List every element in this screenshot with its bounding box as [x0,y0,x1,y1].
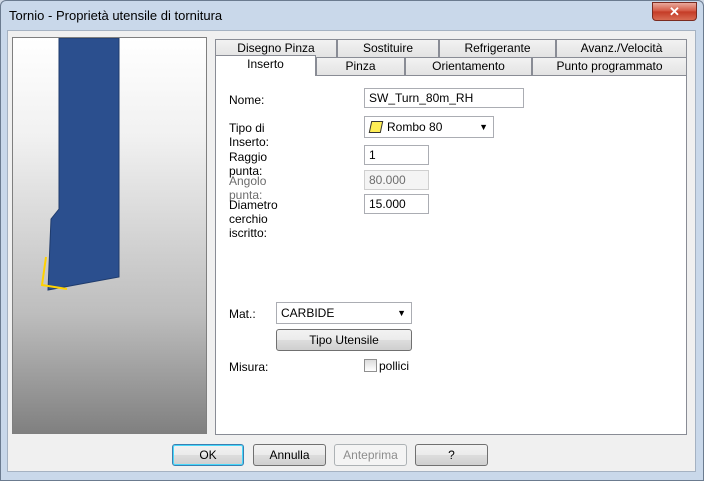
ok-button[interactable]: OK [172,444,244,466]
tab-avanz-velocita[interactable]: Avanz./Velocità [556,39,687,57]
mat-select[interactable]: CARBIDE ▼ [276,302,412,324]
tipo-inserto-value: Rombo 80 [387,120,443,134]
chevron-down-icon: ▼ [479,122,488,132]
tab-sostituire[interactable]: Sostituire [337,39,439,57]
anteprima-button: Anteprima [334,444,407,466]
pollici-checkbox[interactable] [364,359,377,372]
tipo-inserto-select[interactable]: Rombo 80 ▼ [364,116,494,138]
tab-orientamento[interactable]: Orientamento [405,57,532,75]
tab-pinza[interactable]: Pinza [316,57,405,75]
tab-refrigerante[interactable]: Refrigerante [439,39,556,57]
tool-holder-shape [47,38,120,291]
raggio-punta-input[interactable]: 1 [364,145,429,165]
diametro-input[interactable]: 15.000 [364,194,429,214]
pollici-label: pollici [379,359,410,373]
nome-input[interactable]: SW_Turn_80m_RH [364,88,524,108]
help-button[interactable]: ? [415,444,488,466]
mat-value: CARBIDE [281,306,335,320]
close-icon: ✕ [669,4,680,19]
window-title: Tornio - Proprietà utensile di tornitura [9,8,223,23]
angolo-punta-input: 80.000 [364,170,429,190]
misura-label: Misura: [229,360,269,374]
chevron-down-icon: ▼ [397,308,406,318]
tab-inserto[interactable]: Inserto [215,55,316,76]
close-button[interactable]: ✕ [652,2,697,21]
nome-label: Nome: [229,93,265,107]
title-bar[interactable]: Tornio - Proprietà utensile di tornitura… [1,1,703,31]
annulla-button[interactable]: Annulla [253,444,326,466]
mat-label: Mat.: [229,307,256,321]
tipo-inserto-label: Tipo di Inserto: [229,121,270,149]
diametro-label: Diametro cerchio iscritto: [229,198,278,240]
tab-punto-programmato[interactable]: Punto programmato [532,57,687,75]
tool-preview [12,37,207,434]
tipo-utensile-button[interactable]: Tipo Utensile [276,329,412,351]
tool-preview-drawing [40,38,120,291]
rhombus-icon [368,121,384,133]
